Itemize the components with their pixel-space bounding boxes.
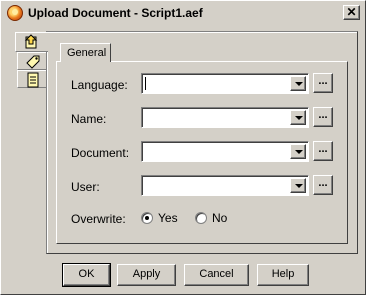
side-tab-upload[interactable] xyxy=(15,32,48,52)
user-input[interactable] xyxy=(144,178,289,193)
language-input[interactable] xyxy=(144,76,289,91)
upload-document-icon xyxy=(24,34,38,49)
cancel-button[interactable]: Cancel xyxy=(184,264,249,286)
ok-button[interactable]: OK xyxy=(62,263,111,287)
document-browse-button[interactable]: ... xyxy=(313,141,333,161)
close-button[interactable]: ✕ xyxy=(343,5,360,20)
overwrite-yes-label[interactable]: Yes xyxy=(158,211,178,225)
language-browse-button[interactable]: ... xyxy=(313,73,333,93)
overwrite-no-label[interactable]: No xyxy=(212,211,227,225)
document-combobox[interactable] xyxy=(141,141,309,162)
document-list-icon xyxy=(27,72,39,88)
name-browse-button[interactable]: ... xyxy=(313,107,333,127)
name-dropdown-button[interactable] xyxy=(290,110,306,125)
app-logo-icon xyxy=(7,5,23,21)
upload-document-dialog: Upload Document - Script1.aef ✕ General … xyxy=(0,0,366,295)
overwrite-yes-radio[interactable] xyxy=(141,212,153,224)
overwrite-no-radio[interactable] xyxy=(195,212,207,224)
user-dropdown-button[interactable] xyxy=(290,178,306,193)
name-input[interactable] xyxy=(144,110,289,125)
side-tab-document-list[interactable] xyxy=(17,70,47,88)
user-label: User: xyxy=(71,180,100,194)
overwrite-label: Overwrite: xyxy=(71,212,126,226)
title-bar[interactable]: Upload Document - Script1.aef ✕ xyxy=(2,2,364,24)
name-label: Name: xyxy=(71,112,107,126)
document-label: Document: xyxy=(71,146,130,160)
apply-button[interactable]: Apply xyxy=(117,264,176,286)
text-cursor xyxy=(145,77,146,90)
user-combobox[interactable] xyxy=(141,175,309,196)
language-combobox[interactable] xyxy=(141,73,309,94)
document-input[interactable] xyxy=(144,144,289,159)
side-tab-tag[interactable] xyxy=(17,52,47,70)
document-dropdown-button[interactable] xyxy=(290,144,306,159)
language-label: Language: xyxy=(71,78,128,92)
user-browse-button[interactable]: ... xyxy=(313,175,333,195)
help-button[interactable]: Help xyxy=(257,264,309,286)
name-combobox[interactable] xyxy=(141,107,309,128)
tab-general[interactable]: General xyxy=(60,43,111,62)
tag-icon xyxy=(26,55,40,69)
window-title: Upload Document - Script1.aef xyxy=(28,6,203,20)
language-dropdown-button[interactable] xyxy=(290,76,306,91)
